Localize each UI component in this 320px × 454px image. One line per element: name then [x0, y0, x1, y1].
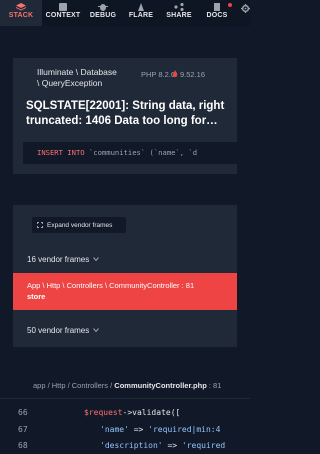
line-number: 68: [18, 441, 28, 450]
code-source: $request->validate([: [84, 406, 180, 420]
nav-tab-stack-label: STACK: [8, 12, 34, 19]
app-frame-selected[interactable]: App \ Http \ Controllers \ CommunityCont…: [13, 273, 237, 310]
share-icon: [174, 3, 184, 11]
code-viewer: 66 $request->validate([ 67 'name' => 're…: [0, 398, 250, 454]
exception-message: SQLSTATE[22001]: String data, right trun…: [26, 100, 225, 127]
stack-icon: [16, 3, 26, 11]
code-token-call: ->validate([: [122, 408, 181, 417]
nav-tab-debug-label: DEBUG: [89, 12, 117, 19]
expand-icon: [37, 222, 43, 228]
exception-class: Illuminate \ Database \ QueryException: [37, 67, 147, 89]
nav-tab-share[interactable]: SHARE: [160, 0, 198, 26]
gear-icon[interactable]: [241, 4, 250, 13]
exception-card: Illuminate \ Database \ QueryException P…: [13, 58, 237, 174]
php-version: PHP 8.2.6: [141, 70, 176, 79]
code-token-value: 'required|min:4: [148, 425, 221, 434]
nav-tab-context[interactable]: CONTEXT: [42, 0, 84, 26]
app-frame-function: store: [27, 292, 46, 301]
nav-tab-flare[interactable]: FLARE: [122, 0, 160, 26]
code-file-line: : 81: [206, 381, 222, 390]
top-nav: STACK CONTEXT DEBUG FLARE SHARE DOCS: [0, 0, 250, 26]
vendor-frames-group-1[interactable]: 16 vendor frames: [13, 250, 237, 268]
sql-query[interactable]: INSERT INTO `communities` (`name`, `d: [23, 142, 237, 164]
expand-vendor-frames-button[interactable]: Expand vendor frames: [32, 217, 126, 233]
line-number: 67: [18, 425, 28, 434]
code-token-arrow: =>: [162, 441, 182, 450]
app-frame-path: App \ Http \ Controllers \ CommunityCont…: [27, 281, 195, 290]
stack-frames-panel: Expand vendor frames 16 vendor frames Ap…: [13, 205, 237, 347]
code-line: 68 'description' => 'required: [0, 439, 250, 453]
sql-rest: `communities` (`name`, `d: [84, 148, 198, 157]
laravel-version: 9.52.16: [180, 70, 206, 79]
line-number: 66: [18, 408, 28, 417]
code-file-path-prefix: app / Http / Controllers /: [33, 381, 115, 390]
code-line: 67 'name' => 'required|min:4: [0, 423, 250, 437]
code-token-value: 'required: [181, 441, 226, 450]
nav-tab-docs[interactable]: DOCS: [198, 0, 236, 26]
vendor-frames-group-1-label: 16 vendor frames: [27, 254, 90, 264]
code-file-path[interactable]: app / Http / Controllers / CommunityCont…: [33, 381, 221, 390]
nav-tab-flare-label: FLARE: [128, 12, 154, 19]
nav-tab-debug[interactable]: DEBUG: [84, 0, 122, 26]
vendor-frames-group-2[interactable]: 50 vendor frames: [13, 321, 237, 339]
exception-class-line1: Illuminate \ Database: [37, 67, 117, 77]
code-token-arrow: =>: [128, 425, 149, 434]
flare-icon: [138, 3, 144, 11]
debug-icon: [98, 4, 108, 11]
code-token-key: 'description': [100, 441, 163, 450]
docs-icon: [214, 3, 220, 11]
expand-vendor-frames-label: Expand vendor frames: [47, 221, 113, 229]
sql-keyword: INSERT INTO: [37, 148, 85, 157]
vendor-frames-group-2-label: 50 vendor frames: [27, 325, 90, 335]
nav-tab-share-label: SHARE: [166, 12, 192, 19]
exception-class-line2: \ QueryException: [37, 78, 103, 88]
code-file-name: CommunityController.php: [114, 381, 207, 390]
nav-tab-stack[interactable]: STACK: [0, 0, 42, 26]
code-line: 66 $request->validate([: [0, 406, 250, 420]
context-icon: [59, 3, 67, 11]
laravel-flame-icon: [172, 70, 178, 78]
chevron-down-icon: [93, 257, 100, 262]
code-token-key: 'name': [100, 425, 129, 434]
code-source: 'description' => 'required: [100, 439, 225, 453]
nav-tab-context-label: CONTEXT: [45, 12, 81, 19]
code-token-variable: $request: [84, 408, 123, 417]
nav-tab-docs-label: DOCS: [206, 12, 228, 19]
docs-notification-dot: [228, 3, 232, 7]
chevron-down-icon: [93, 328, 100, 333]
code-source: 'name' => 'required|min:4: [100, 423, 220, 437]
